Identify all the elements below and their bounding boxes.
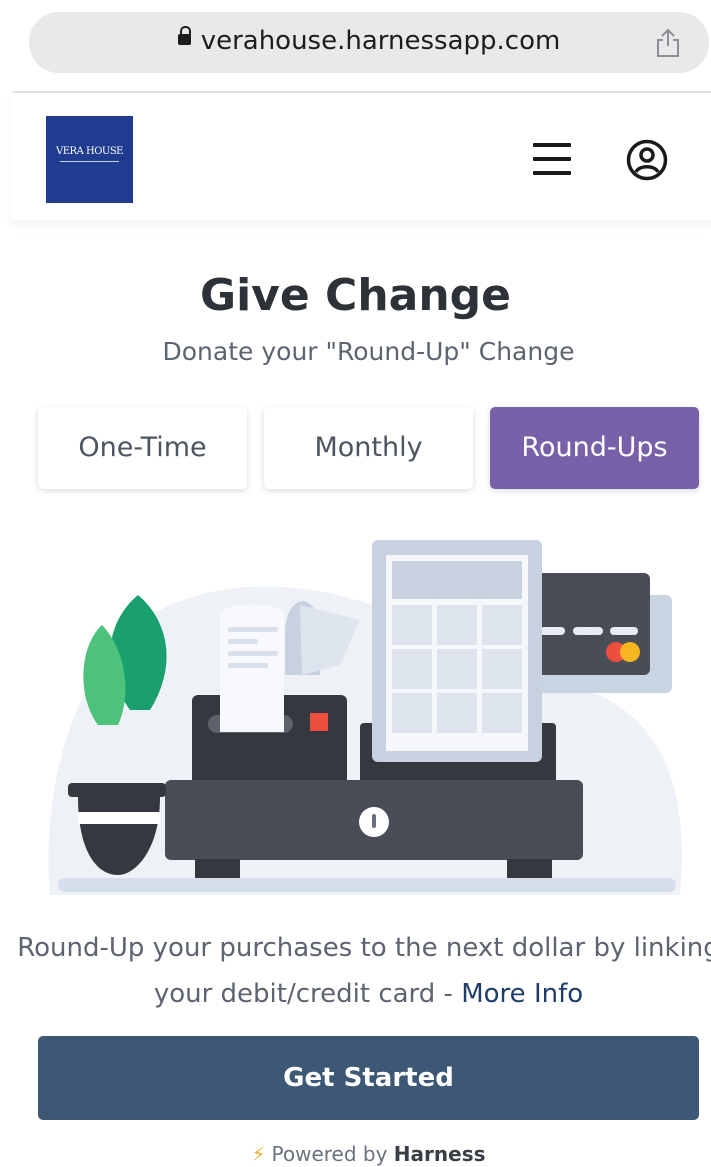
page-subtitle: Donate your "Round-Up" Change — [162, 337, 575, 366]
more-info-link[interactable]: More Info — [461, 979, 583, 1009]
logo-rule — [60, 161, 119, 162]
url-display[interactable]: verahouse.harnessapp.com — [29, 26, 709, 56]
tab-round-ups[interactable]: Round-Ups — [490, 407, 699, 489]
description-text: Round-Up your purchases to the next doll… — [17, 933, 711, 1009]
share-icon[interactable] — [655, 28, 681, 58]
powered-prefix: Powered by — [271, 1142, 388, 1166]
user-account-icon[interactable] — [626, 139, 668, 181]
powered-by-footer[interactable]: ⚡ Powered by Harness — [0, 1142, 711, 1166]
url-text: verahouse.harnessapp.com — [200, 26, 561, 56]
lock-icon — [177, 26, 191, 45]
browser-url-bar[interactable]: verahouse.harnessapp.com — [29, 12, 709, 73]
cash-register-illustration — [48, 540, 682, 895]
vera-house-logo[interactable]: VERA HOUSE — [46, 116, 133, 203]
logo-wordmark: VERA HOUSE — [56, 146, 123, 157]
bolt-icon: ⚡ — [251, 1142, 266, 1166]
page-title: Give Change — [199, 270, 511, 321]
tab-monthly[interactable]: Monthly — [264, 407, 473, 489]
site-header: VERA HOUSE — [12, 93, 711, 220]
hamburger-menu-icon[interactable] — [533, 143, 571, 175]
round-up-description: Round-Up your purchases to the next doll… — [0, 925, 711, 1017]
harness-brand: Harness — [393, 1142, 486, 1166]
tab-one-time[interactable]: One-Time — [38, 407, 247, 489]
get-started-button[interactable]: Get Started — [38, 1036, 699, 1120]
